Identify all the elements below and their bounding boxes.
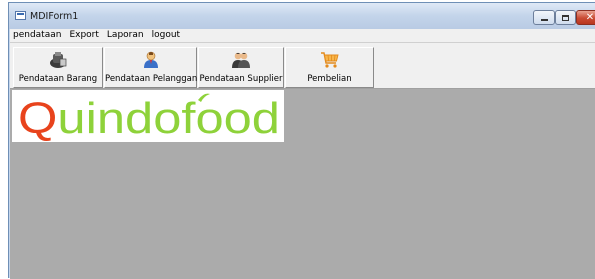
window-title: MDIForm1: [30, 11, 79, 22]
product-box-icon: [50, 52, 67, 68]
pendataan-pelanggan-label: Pendataan Pelanggan: [105, 74, 198, 84]
svg-text:Quindofood: Quindofood: [18, 94, 280, 142]
maximize-icon: [562, 14, 569, 21]
shopping-cart-icon: [320, 52, 339, 68]
pembelian-label: Pembelian: [307, 74, 352, 84]
toolbar: Pendataan Barang Pendataan Pelanggan Pen…: [10, 42, 595, 89]
menu-laporan[interactable]: Laporan: [103, 29, 148, 41]
menu-logout[interactable]: logout: [148, 29, 184, 41]
pendataan-barang-button[interactable]: Pendataan Barang: [13, 47, 103, 88]
maximize-button[interactable]: [555, 10, 576, 25]
menu-pendataan[interactable]: pendataan: [10, 29, 65, 41]
minimize-button[interactable]: [533, 10, 555, 25]
minimize-icon: [540, 19, 548, 21]
pendataan-supplier-button[interactable]: Pendataan Supplier: [198, 47, 284, 88]
menu-export[interactable]: Export: [65, 29, 102, 41]
quindofood-logo-graphic: Quindofood: [18, 93, 280, 142]
supplier-people-icon: [232, 52, 250, 68]
customer-person-icon: [143, 51, 158, 68]
pendataan-supplier-label: Pendataan Supplier: [199, 74, 283, 84]
window-app-icon: [15, 11, 26, 20]
close-button[interactable]: ✕: [576, 10, 595, 25]
pendataan-barang-label: Pendataan Barang: [18, 74, 98, 84]
quindofood-logo: Quindofood: [12, 90, 284, 142]
menu-bar: pendataan Export Laporan logout: [10, 29, 595, 41]
client-area: pendataan Export Laporan logout Pendataa…: [10, 29, 595, 279]
main-window: MDIForm1 ✕ pendataan Export Laporan logo…: [8, 2, 595, 279]
title-bar[interactable]: MDIForm1 ✕: [9, 3, 595, 29]
close-icon: ✕: [585, 11, 595, 23]
mdi-workspace: Quindofood: [10, 89, 595, 279]
pembelian-button[interactable]: Pembelian: [285, 47, 374, 88]
pendataan-pelanggan-button[interactable]: Pendataan Pelanggan: [104, 47, 197, 88]
